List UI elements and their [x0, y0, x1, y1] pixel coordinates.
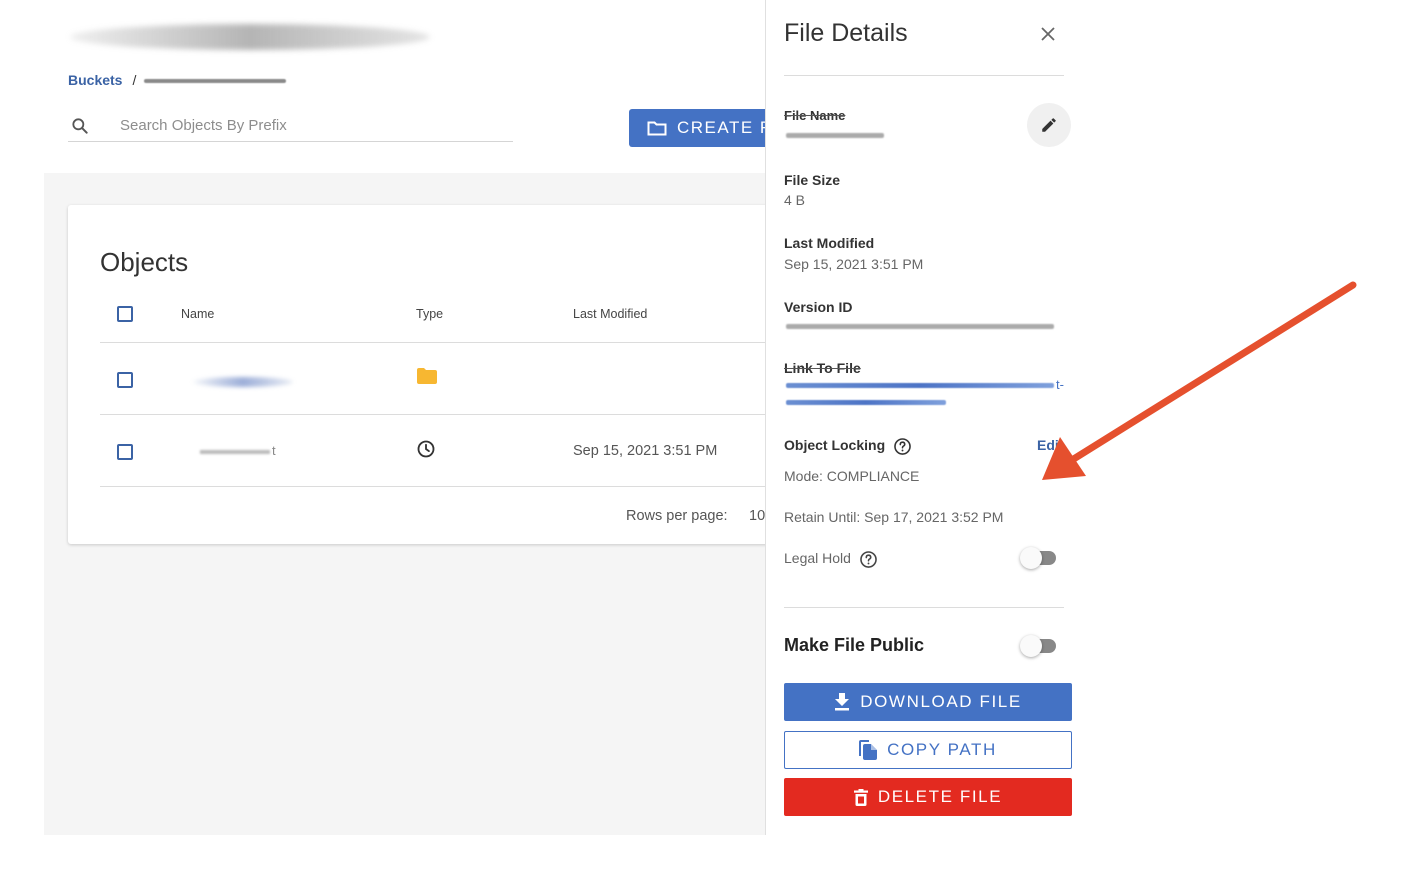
annotation-arrow	[1042, 281, 1357, 480]
